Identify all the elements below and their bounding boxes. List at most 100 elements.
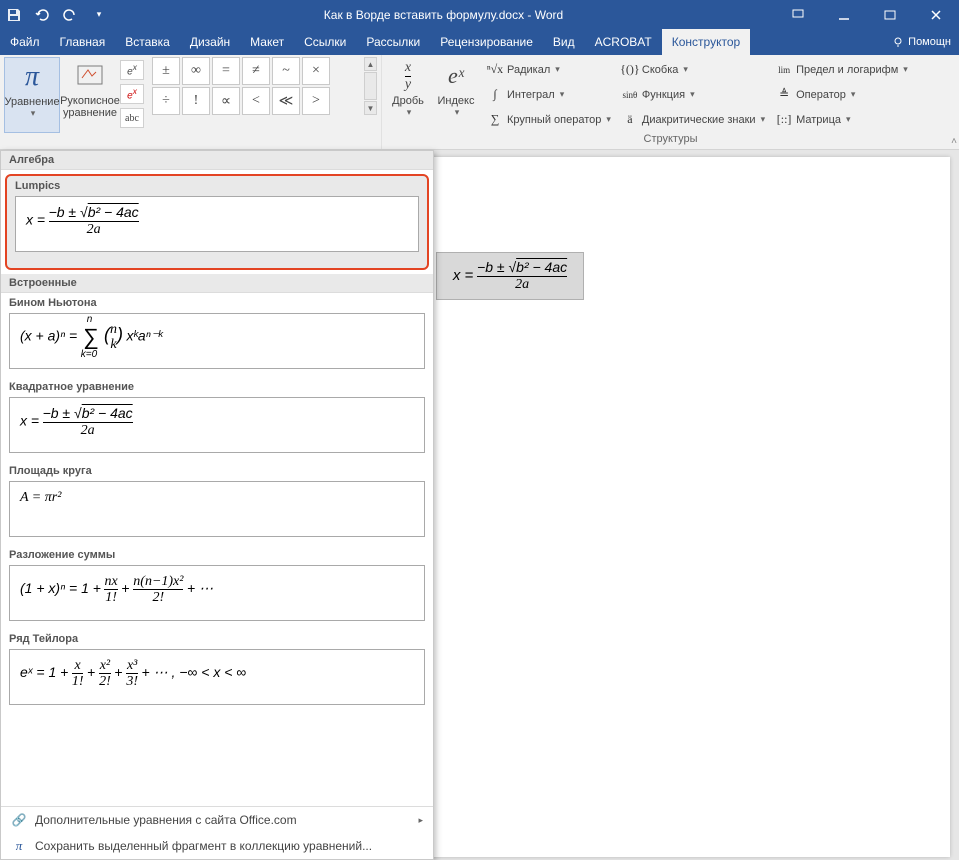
tab-design[interactable]: Дизайн [180,29,240,55]
redo-button[interactable] [56,2,84,28]
equation-button[interactable]: π Уравнение ▾ [4,57,60,133]
symbol-pm[interactable]: ± [152,57,180,85]
tab-acrobat[interactable]: ACROBAT [585,29,662,55]
equation-text: x = −b ± √b² − 4ac2a [453,260,567,293]
operator-icon: ≜ [775,87,793,103]
symbol-propto[interactable]: ∝ [212,87,240,115]
tab-references[interactable]: Ссылки [294,29,356,55]
pi-icon-small: π [11,838,27,854]
matrix-button[interactable]: [::]Матрица▾ [771,112,854,128]
ink-label: Рукописное уравнение [60,95,120,119]
limit-icon: lim [775,62,793,78]
ribbon-display-button[interactable] [775,0,821,29]
minimize-button[interactable] [821,0,867,29]
gallery-item-quadratic[interactable]: x = −b ± √b² − 4ac2a [9,397,425,453]
symbol-more[interactable]: ▼ [364,101,377,115]
tab-mailings[interactable]: Рассылки [356,29,430,55]
script-button[interactable]: eˣ Индекс▾ [432,57,480,133]
gallery-header-builtin: Встроенные [1,274,433,293]
tab-insert[interactable]: Вставка [115,29,180,55]
equation-options: ex ex abc [120,57,144,128]
radical-button[interactable]: ⁿ√xРадикал▾ [482,62,564,78]
tab-home[interactable]: Главная [50,29,116,55]
sum-icon: ∑ [486,112,504,128]
tell-me-label: Помощн [908,36,951,48]
document-area: x = −b ± √b² − 4ac2a Алгебра Lumpics x =… [0,150,959,860]
bracket-button[interactable]: {()}Скобка▾ [617,62,692,78]
function-button[interactable]: sinθФункция▾ [617,87,699,103]
maximize-icon [884,9,896,21]
more-equations-link[interactable]: 🔗 Дополнительные уравнения с сайта Offic… [1,807,433,833]
symbol-grid: ± ∞ = ≠ ~ × ÷ ! ∝ < ≪ > [152,57,360,115]
office-icon: 🔗 [11,812,27,828]
tell-me[interactable]: Помощн [884,29,959,55]
group-structures-label: Структуры [386,133,955,149]
gallery-footer: 🔗 Дополнительные уравнения с сайта Offic… [1,806,433,859]
integral-button[interactable]: ∫Интеграл▾ [482,87,568,103]
symbol-factorial[interactable]: ! [182,87,210,115]
symbol-tilde[interactable]: ~ [272,57,300,85]
symbol-ll[interactable]: ≪ [272,87,300,115]
undo-button[interactable] [28,2,56,28]
equation-object[interactable]: x = −b ± √b² − 4ac2a [436,252,584,300]
tab-layout[interactable]: Макет [240,29,294,55]
symbol-gt[interactable]: > [302,87,330,115]
redo-icon [63,8,77,22]
limit-button[interactable]: limПредел и логарифм▾ [771,62,912,78]
linear-button[interactable]: ex [120,84,144,104]
save-icon [7,8,21,22]
undo-icon [35,8,49,22]
ink-icon [76,64,104,88]
radical-icon: ⁿ√x [486,62,504,78]
title-bar: ▾ Как в Ворде вставить формулу.docx - Wo… [0,0,959,29]
tab-equation-design[interactable]: Конструктор [662,29,750,55]
gallery-item-expansion-title: Разложение суммы [1,545,433,563]
fraction-button[interactable]: xy Дробь▾ [386,57,430,133]
window-controls [775,0,959,29]
tab-review[interactable]: Рецензирование [430,29,543,55]
symbol-scroll: ▲ ▼ [364,57,377,115]
gallery-item-quadratic-title: Квадратное уравнение [1,377,433,395]
gallery-item-lumpics[interactable]: x = −b ± √b² − 4ac2a [15,196,419,252]
integral-icon: ∫ [486,87,504,103]
ink-equation-button[interactable]: Рукописное уравнение [62,57,118,133]
save-button[interactable] [0,2,28,28]
tab-file[interactable]: Файл [0,29,50,55]
document-title: Как в Ворде вставить формулу.docx - Word [112,8,775,22]
structure-col2: {()}Скобка▾ sinθФункция▾ äДиакритические… [617,57,769,132]
gallery-section-lumpics: Lumpics x = −b ± √b² − 4ac2a [5,174,429,270]
gallery-item-expansion[interactable]: (1 + x)ⁿ = 1 + nx1! + n(n−1)x²2! + ⋯ [9,565,425,621]
symbol-scroll-up[interactable]: ▲ [364,57,377,71]
tab-view[interactable]: Вид [543,29,585,55]
large-operator-button[interactable]: ∑Крупный оператор▾ [482,112,615,128]
equation-gallery-dropdown: Алгебра Lumpics x = −b ± √b² − 4ac2a Вст… [0,150,434,860]
symbol-eq[interactable]: = [212,57,240,85]
equation-label: Уравнение [4,96,59,108]
save-selection-link[interactable]: π Сохранить выделенный фрагмент в коллек… [1,833,433,859]
symbol-lt[interactable]: < [242,87,270,115]
gallery-header-algebra: Алгебра [1,151,433,170]
gallery-item-binom[interactable]: (x + a)ⁿ = ∑nk=0 (nk) xᵏaⁿ⁻ᵏ [9,313,425,369]
operator-button[interactable]: ≜Оператор▾ [771,87,859,103]
symbol-infinity[interactable]: ∞ [182,57,210,85]
accent-button[interactable]: äДиакритические знаки▾ [617,112,769,128]
matrix-icon: [::] [775,112,793,128]
close-button[interactable] [913,0,959,29]
collapse-ribbon-button[interactable]: ˄ [951,136,957,147]
symbol-times[interactable]: × [302,57,330,85]
symbol-neq[interactable]: ≠ [242,57,270,85]
pi-icon: π [25,61,39,93]
group-structures: xy Дробь▾ eˣ Индекс▾ ⁿ√xРадикал▾ ∫Интегр… [382,55,959,149]
qat-customize-button[interactable]: ▾ [84,2,112,28]
group-tools: π Уравнение ▾ Рукописное уравнение ex ex… [0,55,148,149]
group-symbols: ± ∞ = ≠ ~ × ÷ ! ∝ < ≪ > ▲ ▼ Алгебра [148,55,382,149]
gallery-item-circle-title: Площадь круга [1,461,433,479]
gallery-item-circle[interactable]: A = πr² [9,481,425,537]
professional-button[interactable]: ex [120,60,144,80]
ribbon-tabs: Файл Главная Вставка Дизайн Макет Ссылки… [0,29,959,55]
gallery-item-taylor[interactable]: eˣ = 1 + x1! + x²2! + x³3! + ⋯ , −∞ < x … [9,649,425,705]
structure-col1: ⁿ√xРадикал▾ ∫Интеграл▾ ∑Крупный оператор… [482,57,615,132]
symbol-div[interactable]: ÷ [152,87,180,115]
maximize-button[interactable] [867,0,913,29]
normal-text-button[interactable]: abc [120,108,144,128]
